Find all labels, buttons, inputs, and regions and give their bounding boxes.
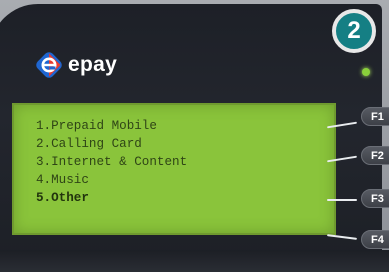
f2-key[interactable]: F2 [361,146,389,165]
payment-terminal: 2 epay 1.Prepaid Mobile 2.Calling Card 3… [0,0,389,272]
f3-key[interactable]: F3 [361,189,389,208]
menu-item-prepaid-mobile[interactable]: 1.Prepaid Mobile [36,117,187,135]
menu-item-other[interactable]: 5.Other [36,189,187,207]
step-badge: 2 [332,9,376,53]
bottom-bezel [0,250,389,272]
menu-item-music[interactable]: 4.Music [36,171,187,189]
f1-key[interactable]: F1 [361,107,389,126]
brand-logo: epay [34,48,117,82]
brand-name: epay [68,53,118,76]
menu-list: 1.Prepaid Mobile 2.Calling Card 3.Intern… [36,117,187,207]
f3-indicator-line [327,199,357,201]
epay-logo-icon [36,52,62,78]
terminal-screen: 1.Prepaid Mobile 2.Calling Card 3.Intern… [12,103,336,235]
menu-item-calling-card[interactable]: 2.Calling Card [36,135,187,153]
menu-item-internet-content[interactable]: 3.Internet & Content [36,153,187,171]
f4-key[interactable]: F4 [361,230,389,249]
status-led [362,68,370,76]
